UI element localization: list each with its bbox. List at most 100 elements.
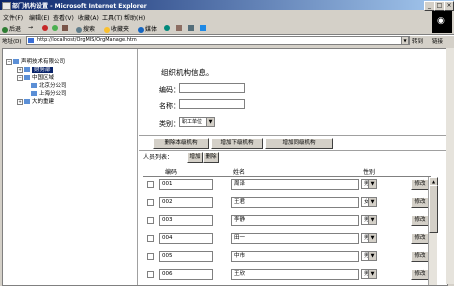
media-icon bbox=[138, 26, 144, 33]
row-checkbox[interactable] bbox=[147, 235, 154, 242]
mail-icon[interactable] bbox=[176, 24, 183, 31]
tree-root[interactable]: − 声明技术有限公司 bbox=[6, 57, 65, 65]
edit-button[interactable]: 修改 bbox=[411, 251, 429, 262]
expand-icon[interactable]: + bbox=[17, 66, 23, 73]
code-cell[interactable]: 003 bbox=[159, 215, 213, 226]
code-cell[interactable]: 002 bbox=[159, 197, 213, 208]
dropdown-arrow-icon: ▼ bbox=[368, 252, 376, 260]
close-button[interactable]: × bbox=[444, 1, 454, 11]
edit-button[interactable]: 修改 bbox=[411, 179, 429, 190]
stop-icon[interactable] bbox=[42, 24, 49, 31]
favorites-button[interactable]: 收藏夹 bbox=[104, 24, 129, 33]
address-bar: 地址(D) http://localhost/OrgMIS/OrgManage.… bbox=[0, 35, 454, 45]
header-code: 编码 bbox=[165, 169, 178, 176]
org-tree-pane: − 声明技术有限公司 + 财务部 − 中国区域 北京分公司 上海分公司 + 大的重建 bbox=[3, 49, 138, 285]
name-cell[interactable]: 田一 bbox=[231, 233, 359, 244]
gender-select[interactable]: 男 ▼ bbox=[361, 179, 377, 189]
staff-list-toolbar: 人员列表： bbox=[143, 152, 173, 161]
table-row: 002 王君 女 ▼ 修改 bbox=[143, 197, 429, 209]
tree-item-beijing[interactable]: 北京分公司 bbox=[31, 81, 67, 89]
name-cell[interactable]: 中市 bbox=[231, 251, 359, 262]
type-select[interactable]: 职工单位 ▼ bbox=[179, 117, 215, 127]
row-checkbox[interactable] bbox=[147, 181, 154, 188]
tree-item-china[interactable]: − 中国区域 bbox=[17, 73, 54, 81]
links-button[interactable]: 链接 bbox=[432, 37, 443, 45]
edit-icon[interactable] bbox=[200, 24, 207, 31]
gender-select[interactable]: 男 ▼ bbox=[361, 233, 377, 243]
collapse-icon[interactable]: − bbox=[17, 74, 23, 81]
menu-edit[interactable]: 编辑(E) bbox=[29, 13, 49, 22]
divider bbox=[139, 135, 447, 136]
table-row: 004 田一 男 ▼ 修改 bbox=[143, 233, 429, 245]
menu-file[interactable]: 文件(F) bbox=[3, 13, 23, 22]
search-icon bbox=[76, 26, 82, 33]
window-title: 部门机构设置 - Microsoft Internet Explorer bbox=[12, 3, 147, 10]
edit-button[interactable]: 修改 bbox=[411, 197, 429, 208]
table-scrollbar[interactable]: ▲ bbox=[428, 177, 438, 285]
name-label: 名称： bbox=[159, 102, 180, 110]
refresh-icon[interactable] bbox=[52, 24, 59, 31]
name-input[interactable] bbox=[179, 99, 245, 109]
dropdown-arrow-icon: ▼ bbox=[368, 180, 376, 188]
code-cell[interactable]: 004 bbox=[159, 233, 213, 244]
staff-table-header: 编码 姓名 性别 bbox=[143, 166, 431, 177]
row-checkbox[interactable] bbox=[147, 271, 154, 278]
row-checkbox[interactable] bbox=[147, 253, 154, 260]
name-cell[interactable]: 周泽 bbox=[231, 179, 359, 190]
media-button[interactable]: 媒体 bbox=[138, 24, 157, 33]
name-cell[interactable]: 王君 bbox=[231, 197, 359, 208]
edit-button[interactable]: 修改 bbox=[411, 269, 429, 280]
tree-item-shanghai[interactable]: 上海分公司 bbox=[31, 89, 67, 97]
scrollbar-thumb[interactable] bbox=[429, 185, 438, 233]
address-input[interactable]: http://localhost/OrgMIS/OrgManage.htm bbox=[26, 36, 410, 45]
forward-button[interactable]: → bbox=[28, 24, 33, 31]
gender-select[interactable]: 男 ▼ bbox=[361, 215, 377, 225]
delete-staff-button[interactable]: 删除 bbox=[203, 152, 219, 163]
add-peer-org-button[interactable]: 增加同级机构 bbox=[265, 138, 333, 149]
address-label: 地址(D) bbox=[2, 39, 22, 45]
gender-select[interactable]: 女 ▼ bbox=[361, 197, 377, 207]
code-cell[interactable]: 001 bbox=[159, 179, 213, 190]
tree-item-other[interactable]: + 大的重建 bbox=[17, 97, 54, 105]
menu-tools[interactable]: 工具(T) bbox=[102, 13, 122, 22]
gender-select[interactable]: 男 ▼ bbox=[361, 251, 377, 261]
address-dropdown-icon[interactable]: ▼ bbox=[401, 36, 409, 45]
menu-favorites[interactable]: 收藏(A) bbox=[78, 13, 99, 22]
name-cell[interactable]: 李静 bbox=[231, 215, 359, 226]
org-detail-pane: 组织机构信息。 编码： 名称： 类别： 职工单位 ▼ 删除本级机构 增加下级机构… bbox=[139, 49, 447, 285]
row-checkbox[interactable] bbox=[147, 217, 154, 224]
toolbar: 后退 → 搜索 收藏夹 媒体 bbox=[0, 23, 430, 34]
search-button[interactable]: 搜索 bbox=[76, 24, 95, 33]
row-checkbox[interactable] bbox=[147, 199, 154, 206]
name-cell[interactable]: 王欣 bbox=[231, 269, 359, 280]
add-staff-button[interactable]: 增加 bbox=[187, 152, 203, 163]
back-button[interactable]: 后退 bbox=[2, 24, 21, 33]
collapse-icon[interactable]: − bbox=[6, 58, 12, 65]
code-cell[interactable]: 005 bbox=[159, 251, 213, 262]
tree-folder-icon bbox=[24, 99, 30, 104]
edit-button[interactable]: 修改 bbox=[411, 215, 429, 226]
home-icon[interactable] bbox=[62, 24, 69, 31]
table-row: 005 中市 男 ▼ 修改 bbox=[143, 251, 429, 263]
table-row: 006 王欣 男 ▼ 修改 bbox=[143, 269, 429, 281]
table-row: 001 周泽 男 ▼ 修改 bbox=[143, 179, 429, 191]
tree-folder-icon bbox=[31, 91, 37, 96]
history-icon[interactable] bbox=[164, 24, 171, 31]
tree-item-finance[interactable]: + 财务部 bbox=[17, 65, 53, 73]
tree-folder-icon bbox=[24, 67, 30, 72]
menu-view[interactable]: 查看(V) bbox=[53, 13, 74, 22]
menu-help[interactable]: 帮助(H) bbox=[124, 13, 145, 22]
code-input[interactable] bbox=[179, 83, 245, 93]
page-scrollbar[interactable] bbox=[446, 48, 454, 284]
table-row: 003 李静 男 ▼ 修改 bbox=[143, 215, 429, 227]
tree-folder-icon bbox=[24, 75, 30, 80]
gender-select[interactable]: 男 ▼ bbox=[361, 269, 377, 279]
go-button[interactable]: 转到 bbox=[412, 37, 423, 45]
back-icon bbox=[2, 26, 8, 33]
delete-org-button[interactable]: 删除本级机构 bbox=[153, 138, 209, 149]
code-cell[interactable]: 006 bbox=[159, 269, 213, 280]
print-icon[interactable] bbox=[188, 24, 195, 31]
expand-icon[interactable]: + bbox=[17, 98, 23, 105]
edit-button[interactable]: 修改 bbox=[411, 233, 429, 244]
add-sub-org-button[interactable]: 增加下级机构 bbox=[211, 138, 263, 149]
